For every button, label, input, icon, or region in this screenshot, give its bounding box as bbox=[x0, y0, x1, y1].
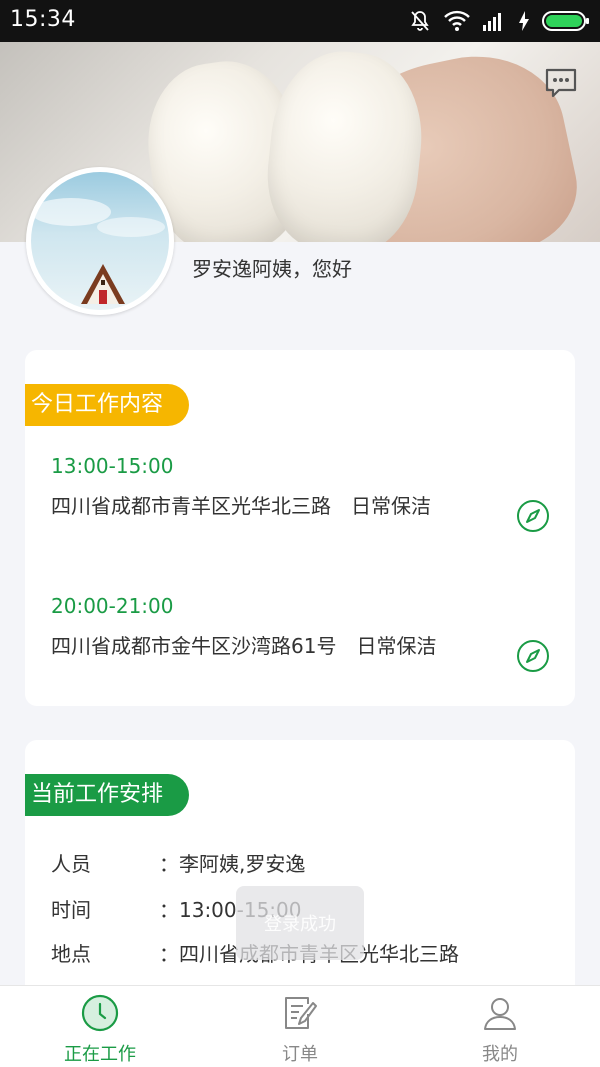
order-list-icon bbox=[285, 997, 317, 1029]
job-time: 13:00-15:00 bbox=[51, 454, 174, 478]
greeting-text: 罗安逸阿姨，您好 bbox=[192, 257, 352, 281]
today-work-title: 今日工作内容 bbox=[25, 384, 190, 426]
tab-orders[interactable]: 订单 bbox=[200, 986, 400, 1067]
info-label: 地点 bbox=[51, 942, 91, 966]
info-value: ：李阿姨,罗安逸 bbox=[159, 852, 306, 876]
info-label: 人员 bbox=[51, 852, 91, 876]
tab-label: 我的 bbox=[482, 1044, 518, 1065]
status-icons bbox=[408, 8, 590, 34]
tab-label: 订单 bbox=[282, 1044, 318, 1065]
tab-label: 正在工作 bbox=[64, 1044, 136, 1065]
status-time: 15:34 bbox=[10, 7, 76, 32]
message-icon[interactable] bbox=[544, 66, 578, 100]
compass-navigation-icon[interactable] bbox=[515, 638, 551, 674]
user-icon bbox=[484, 998, 516, 1030]
battery-icon bbox=[542, 11, 589, 31]
job-description: 四川省成都市青羊区光华北三路 日常保洁 bbox=[51, 494, 431, 518]
today-work-card: 今日工作内容 13:00-15:00 四川省成都市青羊区光华北三路 日常保洁 2… bbox=[25, 350, 575, 706]
clock-icon bbox=[81, 994, 119, 1032]
bottom-tab-bar: 正在工作 订单 我的 bbox=[0, 985, 600, 1067]
signal-icon bbox=[483, 13, 501, 31]
tab-mine[interactable]: 我的 bbox=[400, 986, 600, 1067]
status-bar: 15:34 bbox=[0, 0, 600, 42]
job-item[interactable]: 20:00-21:00 四川省成都市金牛区沙湾路61号 日常保洁 bbox=[51, 594, 551, 672]
job-time: 20:00-21:00 bbox=[51, 594, 174, 618]
compass-navigation-icon[interactable] bbox=[515, 498, 551, 534]
charging-bolt-icon bbox=[519, 11, 529, 31]
wifi-icon bbox=[444, 10, 470, 31]
current-work-card: 当前工作安排 人员 ：李阿姨,罗安逸 时间 ：13:00-15:00 地点 ：四… bbox=[25, 740, 575, 1000]
avatar-cabin-image bbox=[31, 198, 165, 304]
info-label: 时间 bbox=[51, 898, 91, 922]
avatar[interactable] bbox=[26, 167, 174, 315]
toast-message: 登录成功 bbox=[236, 886, 364, 960]
tab-working[interactable]: 正在工作 bbox=[0, 986, 200, 1067]
current-work-title: 当前工作安排 bbox=[25, 774, 190, 816]
job-item[interactable]: 13:00-15:00 四川省成都市青羊区光华北三路 日常保洁 bbox=[51, 454, 551, 532]
mute-bell-icon bbox=[411, 11, 429, 31]
job-description: 四川省成都市金牛区沙湾路61号 日常保洁 bbox=[51, 634, 437, 658]
info-row-staff: 人员 ：李阿姨,罗安逸 bbox=[51, 848, 305, 877]
